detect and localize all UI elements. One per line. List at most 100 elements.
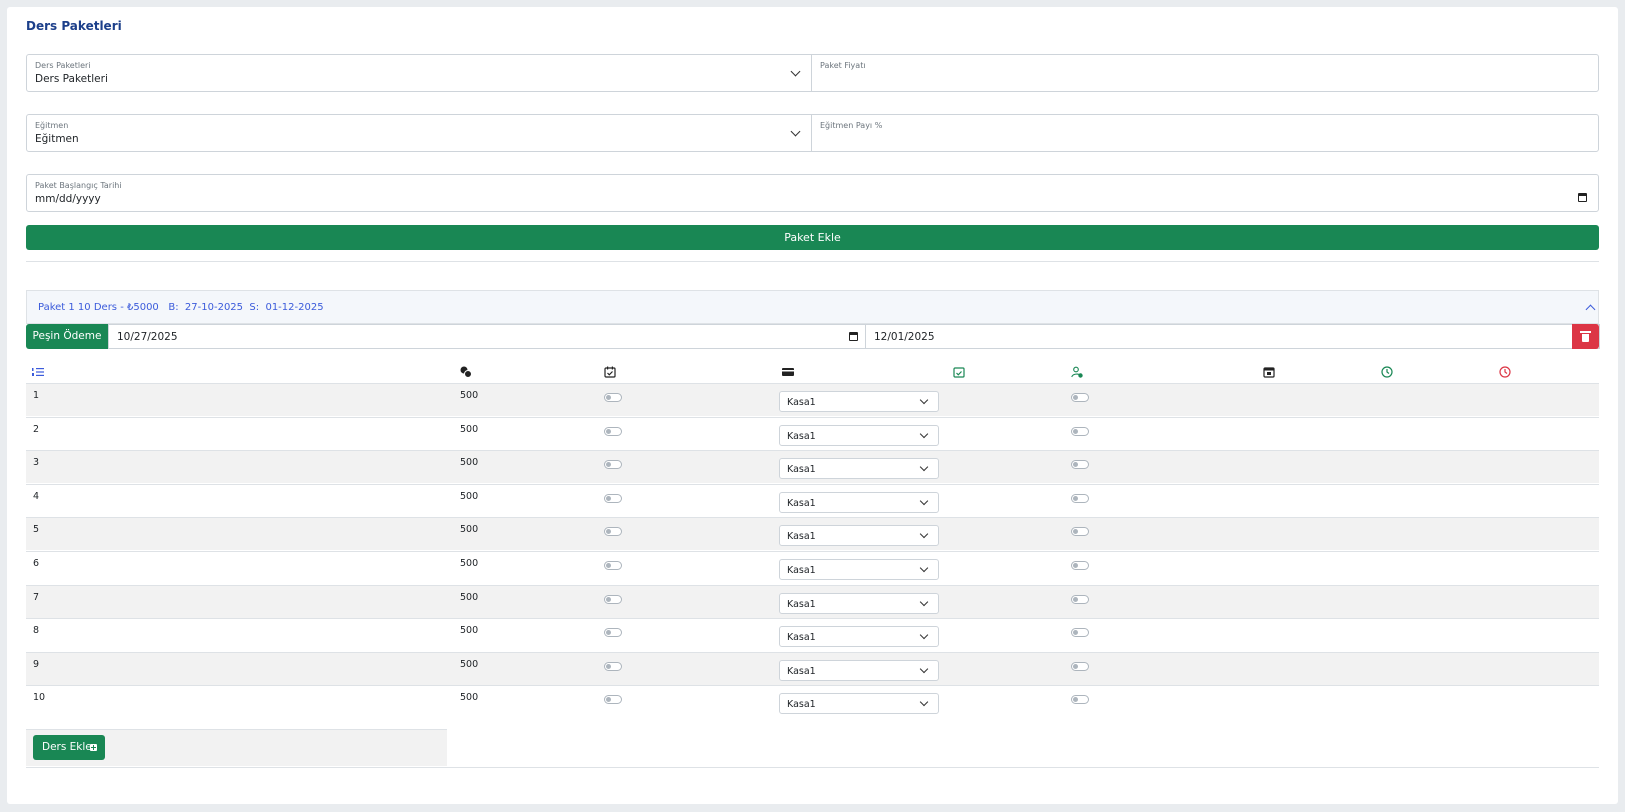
lesson-number: 3 — [33, 457, 40, 468]
package-accordion-header[interactable]: Paket 1 10 Ders - ₺5000 B: 27-10-2025 S:… — [26, 290, 1599, 324]
table-row: 10 500 Kasa1 — [26, 685, 1599, 718]
instructor-paid-toggle[interactable] — [1071, 494, 1089, 503]
calendar-check-green-icon — [953, 367, 965, 378]
instructor-paid-toggle[interactable] — [1071, 427, 1089, 436]
user-add-icon — [1071, 366, 1083, 378]
instructor-share-label: Eğitmen Payı % — [820, 121, 883, 130]
chevron-down-icon — [790, 66, 801, 77]
main-card: Ders Paketleri Ders Paketleri Ders Paket… — [7, 7, 1618, 804]
cashbox-value: Kasa1 — [787, 464, 816, 475]
instructor-select[interactable]: Eğitmen Eğitmen — [26, 114, 812, 152]
chevron-down-icon — [919, 496, 929, 506]
cashbox-select[interactable]: Kasa1 — [779, 660, 939, 681]
instructor-select-label: Eğitmen — [35, 121, 69, 130]
paid-toggle[interactable] — [604, 393, 622, 402]
package-price-input[interactable]: Paket Fiyatı — [811, 54, 1599, 92]
lesson-price: 500 — [460, 592, 479, 603]
cashbox-select[interactable]: Kasa1 — [779, 492, 939, 513]
table-row: 8 500 Kasa1 — [26, 618, 1599, 651]
cashbox-select[interactable]: Kasa1 — [779, 693, 939, 714]
calendar-icon[interactable] — [1578, 193, 1587, 202]
instructor-paid-toggle[interactable] — [1071, 628, 1089, 637]
instructor-paid-toggle[interactable] — [1071, 527, 1089, 536]
package-end-date-value: 12/01/2025 — [874, 331, 935, 343]
divider — [26, 261, 1599, 262]
lesson-price: 500 — [460, 424, 479, 435]
paid-toggle[interactable] — [604, 527, 622, 536]
cashbox-select[interactable]: Kasa1 — [779, 391, 939, 412]
lesson-number: 2 — [33, 424, 40, 435]
cashbox-value: Kasa1 — [787, 666, 816, 677]
instructor-paid-toggle[interactable] — [1071, 561, 1089, 570]
cashbox-value: Kasa1 — [787, 565, 816, 576]
cashbox-select[interactable]: Kasa1 — [779, 525, 939, 546]
package-price-label: Paket Fiyatı — [820, 61, 866, 70]
add-package-button[interactable]: Paket Ekle — [26, 225, 1599, 250]
chevron-down-icon — [919, 697, 929, 707]
lesson-price: 500 — [460, 457, 479, 468]
paid-toggle[interactable] — [604, 460, 622, 469]
instructor-paid-toggle[interactable] — [1071, 595, 1089, 604]
chevron-down-icon — [919, 630, 929, 640]
page-title: Ders Paketleri — [26, 19, 122, 33]
table-row: 3 500 Kasa1 — [26, 450, 1599, 483]
table-row: 4 500 Kasa1 — [26, 484, 1599, 517]
paid-toggle[interactable] — [604, 561, 622, 570]
lesson-number: 4 — [33, 491, 40, 502]
package-select[interactable]: Ders Paketleri Ders Paketleri — [26, 54, 812, 92]
start-date-input[interactable]: Paket Başlangıç Tarihi mm/dd/yyyy — [26, 174, 1599, 212]
cash-payment-button[interactable]: Peşin Ödeme — [26, 324, 108, 349]
cashbox-select[interactable]: Kasa1 — [779, 559, 939, 580]
lesson-price: 500 — [460, 659, 479, 670]
lesson-price: 500 — [460, 692, 479, 703]
table-row: 5 500 Kasa1 — [26, 517, 1599, 550]
cashbox-select[interactable]: Kasa1 — [779, 425, 939, 446]
paid-toggle[interactable] — [604, 494, 622, 503]
calendar-check-icon — [604, 366, 616, 378]
chevron-down-icon — [919, 597, 929, 607]
lesson-number: 10 — [33, 692, 46, 703]
cashbox-value: Kasa1 — [787, 498, 816, 509]
cashbox-select[interactable]: Kasa1 — [779, 458, 939, 479]
instructor-share-input[interactable]: Eğitmen Payı % — [811, 114, 1599, 152]
chevron-up-icon[interactable] — [1585, 304, 1596, 315]
cashbox-value: Kasa1 — [787, 431, 816, 442]
paid-toggle[interactable] — [604, 662, 622, 671]
instructor-paid-toggle[interactable] — [1071, 695, 1089, 704]
instructor-paid-toggle[interactable] — [1071, 460, 1089, 469]
paid-toggle[interactable] — [604, 628, 622, 637]
lesson-number: 8 — [33, 625, 40, 636]
plus-square-icon — [90, 744, 97, 751]
chevron-down-icon — [919, 664, 929, 674]
delete-package-button[interactable] — [1572, 324, 1599, 349]
calendar-icon[interactable] — [849, 332, 858, 341]
instructor-paid-toggle[interactable] — [1071, 393, 1089, 402]
credit-card-icon — [782, 368, 794, 376]
lesson-number: 6 — [33, 558, 40, 569]
lesson-price: 500 — [460, 524, 479, 535]
instructor-paid-toggle[interactable] — [1071, 662, 1089, 671]
table-footer: Ders Ekle — [26, 729, 447, 766]
lesson-price: 500 — [460, 625, 479, 636]
package-end-date-input[interactable]: 12/01/2025 — [865, 324, 1600, 349]
cashbox-select[interactable]: Kasa1 — [779, 593, 939, 614]
payment-row: Peşin Ödeme 10/27/2025 12/01/2025 — [26, 324, 1600, 349]
package-select-label: Ders Paketleri — [35, 61, 91, 70]
lesson-price: 500 — [460, 491, 479, 502]
table-row: 9 500 Kasa1 — [26, 652, 1599, 685]
paid-toggle[interactable] — [604, 595, 622, 604]
lesson-number: 1 — [33, 390, 40, 401]
table-row: 2 500 Kasa1 — [26, 417, 1599, 450]
package-summary: Paket 1 10 Ders - ₺5000 B: 27-10-2025 S:… — [38, 302, 324, 313]
clock-green-icon — [1381, 366, 1393, 378]
add-lesson-button[interactable]: Ders Ekle — [33, 735, 105, 760]
chevron-down-icon — [919, 462, 929, 472]
list-ol-icon — [32, 368, 44, 376]
cashbox-select[interactable]: Kasa1 — [779, 626, 939, 647]
paid-toggle[interactable] — [604, 695, 622, 704]
chevron-down-icon — [790, 126, 801, 137]
trash-icon — [1580, 331, 1591, 342]
paid-toggle[interactable] — [604, 427, 622, 436]
package-start-date-input[interactable]: 10/27/2025 — [108, 324, 866, 349]
chevron-down-icon — [919, 429, 929, 439]
